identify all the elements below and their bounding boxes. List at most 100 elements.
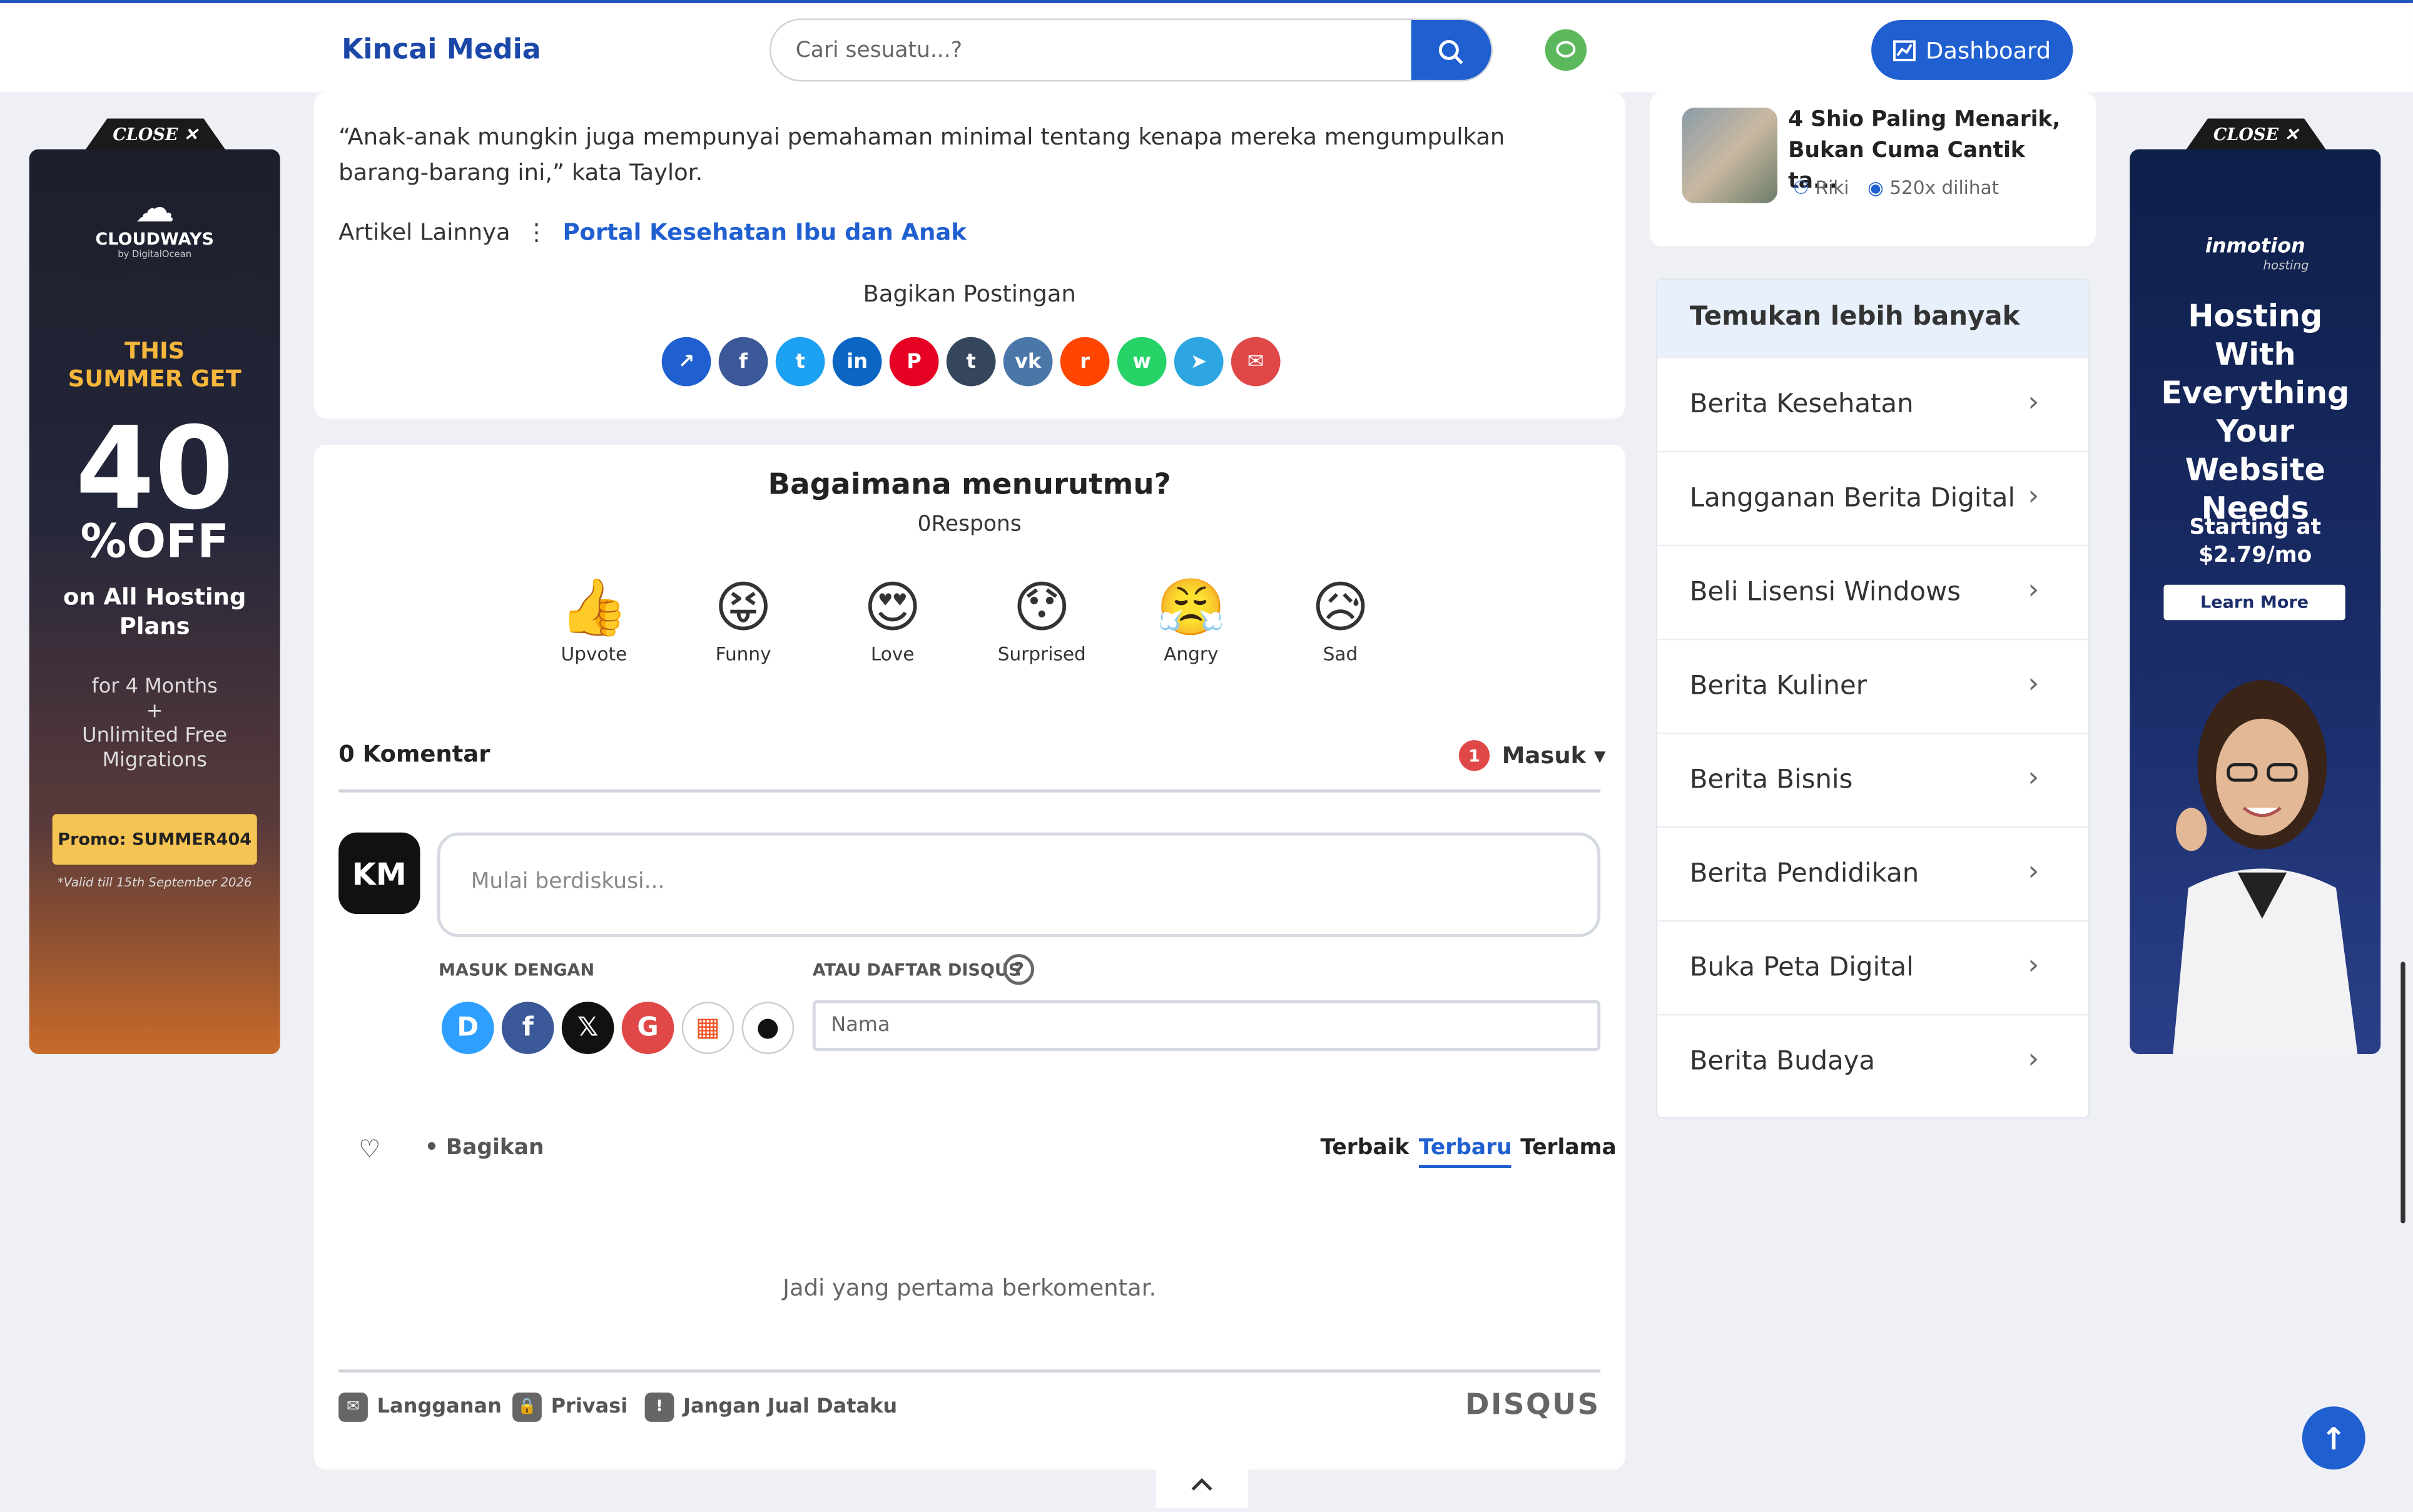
ad-left-valid: *Valid till 15th September 2026: [57, 875, 252, 890]
disqus-logo[interactable]: DISQUS: [1465, 1388, 1600, 1422]
name-input[interactable]: [831, 1014, 1570, 1037]
whatsapp-icon[interactable]: w: [1117, 337, 1167, 387]
reaction-surprised[interactable]: 😯 Surprised: [995, 576, 1088, 664]
login-with-label: MASUK DENGAN: [439, 960, 595, 980]
search-box: [769, 18, 1493, 82]
microsoft-icon[interactable]: ▦: [681, 1002, 734, 1054]
ad-right-price: Starting at $2.79/mo: [2189, 515, 2322, 568]
pinterest-icon[interactable]: P: [889, 337, 939, 387]
reaction-love[interactable]: 😍 Love: [846, 576, 939, 665]
reaction-label: Funny: [715, 643, 771, 665]
ad-left[interactable]: ☁ CLOUDWAYS by DigitalOcean THIS SUMMER …: [29, 149, 280, 1054]
ad-left-brand-sub: by DigitalOcean: [118, 249, 192, 260]
privacy-label: Privasi: [551, 1396, 628, 1419]
discover-item[interactable]: Buka Peta Digital ›: [1657, 920, 2088, 1014]
post-meta: ⚇ Riki ◉ 520x dilihat: [1793, 177, 1999, 198]
article-quote: “Anak-anak mungkin juga mempunyai pemaha…: [338, 123, 1505, 186]
close-ad-right-button[interactable]: CLOSE ✕: [2185, 118, 2327, 151]
login-menu[interactable]: 1 Masuk ▾: [1458, 740, 1606, 771]
chart-icon: [1893, 39, 1916, 61]
ad-left-off: %OFF: [80, 515, 229, 570]
twitter-icon[interactable]: t: [775, 337, 825, 387]
subscribe-label: Langganan: [377, 1396, 502, 1419]
sort-oldest[interactable]: Terlama: [1520, 1135, 1616, 1160]
angry-emoji-icon: 😤: [1156, 577, 1226, 641]
chevron-up-icon: [1191, 1478, 1212, 1491]
comment-input[interactable]: [470, 869, 1548, 895]
reddit-icon[interactable]: r: [1060, 337, 1110, 387]
login-label: Masuk ▾: [1501, 741, 1606, 769]
sort-newest[interactable]: Terbaru: [1418, 1135, 1512, 1168]
facebook-icon[interactable]: f: [718, 337, 768, 387]
discover-item[interactable]: Berita Kuliner ›: [1657, 638, 2088, 733]
telegram-icon[interactable]: ➤: [1174, 337, 1224, 387]
name-field: [812, 1000, 1601, 1052]
apple-icon[interactable]: ●: [741, 1002, 795, 1054]
related-separator: ⋮: [525, 218, 549, 246]
share-discussion-link[interactable]: • Bagikan: [425, 1135, 544, 1160]
reaction-sad[interactable]: 😥 Sad: [1294, 576, 1387, 664]
disqus-icon[interactable]: D: [441, 1002, 494, 1054]
search-input[interactable]: [795, 35, 1381, 66]
discover-item[interactable]: Berita Budaya ›: [1657, 1014, 2088, 1108]
chevron-right-icon: ›: [2028, 1043, 2040, 1076]
reaction-funny[interactable]: 😝 Funny: [697, 576, 790, 665]
avatar: KM: [338, 832, 420, 915]
reaction-label: Upvote: [561, 643, 627, 665]
notification-badge: 1: [1458, 740, 1490, 771]
ad-right-headline: Hosting With Everything Your Website Nee…: [2161, 297, 2350, 527]
discover-item[interactable]: Langganan Berita Digital ›: [1657, 450, 2088, 545]
post-thumbnail[interactable]: [1682, 108, 1778, 203]
email-icon[interactable]: ✉: [1231, 337, 1281, 387]
chat-button[interactable]: [1545, 29, 1587, 71]
facebook-icon[interactable]: f: [501, 1002, 554, 1054]
sort-best[interactable]: Terbaik: [1321, 1135, 1410, 1160]
discover-item[interactable]: Berita Bisnis ›: [1657, 732, 2088, 826]
google-icon[interactable]: G: [621, 1002, 674, 1054]
chevron-right-icon: ›: [2028, 480, 2040, 513]
ad-right[interactable]: inmotion hosting Hosting With Everything…: [2130, 149, 2381, 1054]
reaction-label: Angry: [1164, 643, 1219, 665]
social-login-buttons: Df 𝕏 G ▦ ●: [441, 1002, 795, 1054]
reaction-upvote[interactable]: 👍 Upvote: [548, 576, 641, 665]
discover-item-label: Berita Bisnis: [1689, 764, 1853, 796]
collapse-button[interactable]: [1156, 1461, 1248, 1508]
reaction-angry[interactable]: 😤 Angry: [1145, 576, 1237, 665]
subscribe-link[interactable]: ✉ Langganan: [338, 1393, 502, 1422]
privacy-link[interactable]: 🔒 Privasi: [512, 1393, 627, 1422]
discover-item[interactable]: Beli Lisensi Windows ›: [1657, 544, 2088, 639]
dont-sell-link[interactable]: ! Jangan Jual Dataku: [644, 1393, 898, 1422]
empty-comments: Jadi yang pertama berkomentar.: [783, 1274, 1157, 1302]
ad-left-line3: for 4 Months + Unlimited Free Migrations: [82, 675, 228, 773]
close-ad-left-button[interactable]: CLOSE ✕: [84, 118, 226, 151]
divider: [338, 789, 1601, 793]
discover-item-label: Berita Kesehatan: [1689, 389, 1914, 420]
help-icon[interactable]: ?: [1003, 954, 1034, 985]
discover-item-label: Berita Budaya: [1689, 1046, 1876, 1077]
ad-left-line2: on All Hosting Plans: [63, 583, 246, 641]
discover-item[interactable]: Berita Pendidikan ›: [1657, 826, 2088, 920]
discover-item[interactable]: Berita Kesehatan ›: [1657, 357, 2088, 451]
vk-icon[interactable]: vk: [1003, 337, 1053, 387]
x-icon[interactable]: 𝕏: [561, 1002, 614, 1054]
chat-bubble-icon: [1556, 41, 1576, 58]
tumblr-icon[interactable]: t: [946, 337, 996, 387]
dashboard-button[interactable]: Dashboard: [1871, 19, 2073, 80]
register-label: ATAU DAFTAR DISQUS: [812, 960, 1021, 980]
linkedin-icon[interactable]: in: [832, 337, 882, 387]
search-button[interactable]: [1411, 19, 1491, 80]
heart-icon[interactable]: ♡: [358, 1134, 380, 1164]
footer-divider: [338, 1369, 1601, 1373]
discover-item-label: Berita Pendidikan: [1689, 858, 1919, 890]
ad-right-cta[interactable]: Learn More: [2163, 584, 2345, 621]
related-link[interactable]: Portal Kesehatan Ibu dan Anak: [563, 218, 967, 246]
post-views: 520x dilihat: [1889, 176, 1999, 199]
related-label: Artikel Lainnya: [338, 218, 511, 246]
scrollbar-thumb[interactable]: [2400, 961, 2405, 1224]
back-to-top-button[interactable]: ↑: [2302, 1406, 2365, 1470]
share-icon[interactable]: ↗: [661, 337, 711, 387]
reaction-label: Love: [870, 643, 915, 665]
dont-sell-label: Jangan Jual Dataku: [683, 1396, 898, 1419]
site-logo[interactable]: Kincai Media: [342, 34, 541, 66]
love-emoji-icon: 😍: [863, 577, 922, 641]
